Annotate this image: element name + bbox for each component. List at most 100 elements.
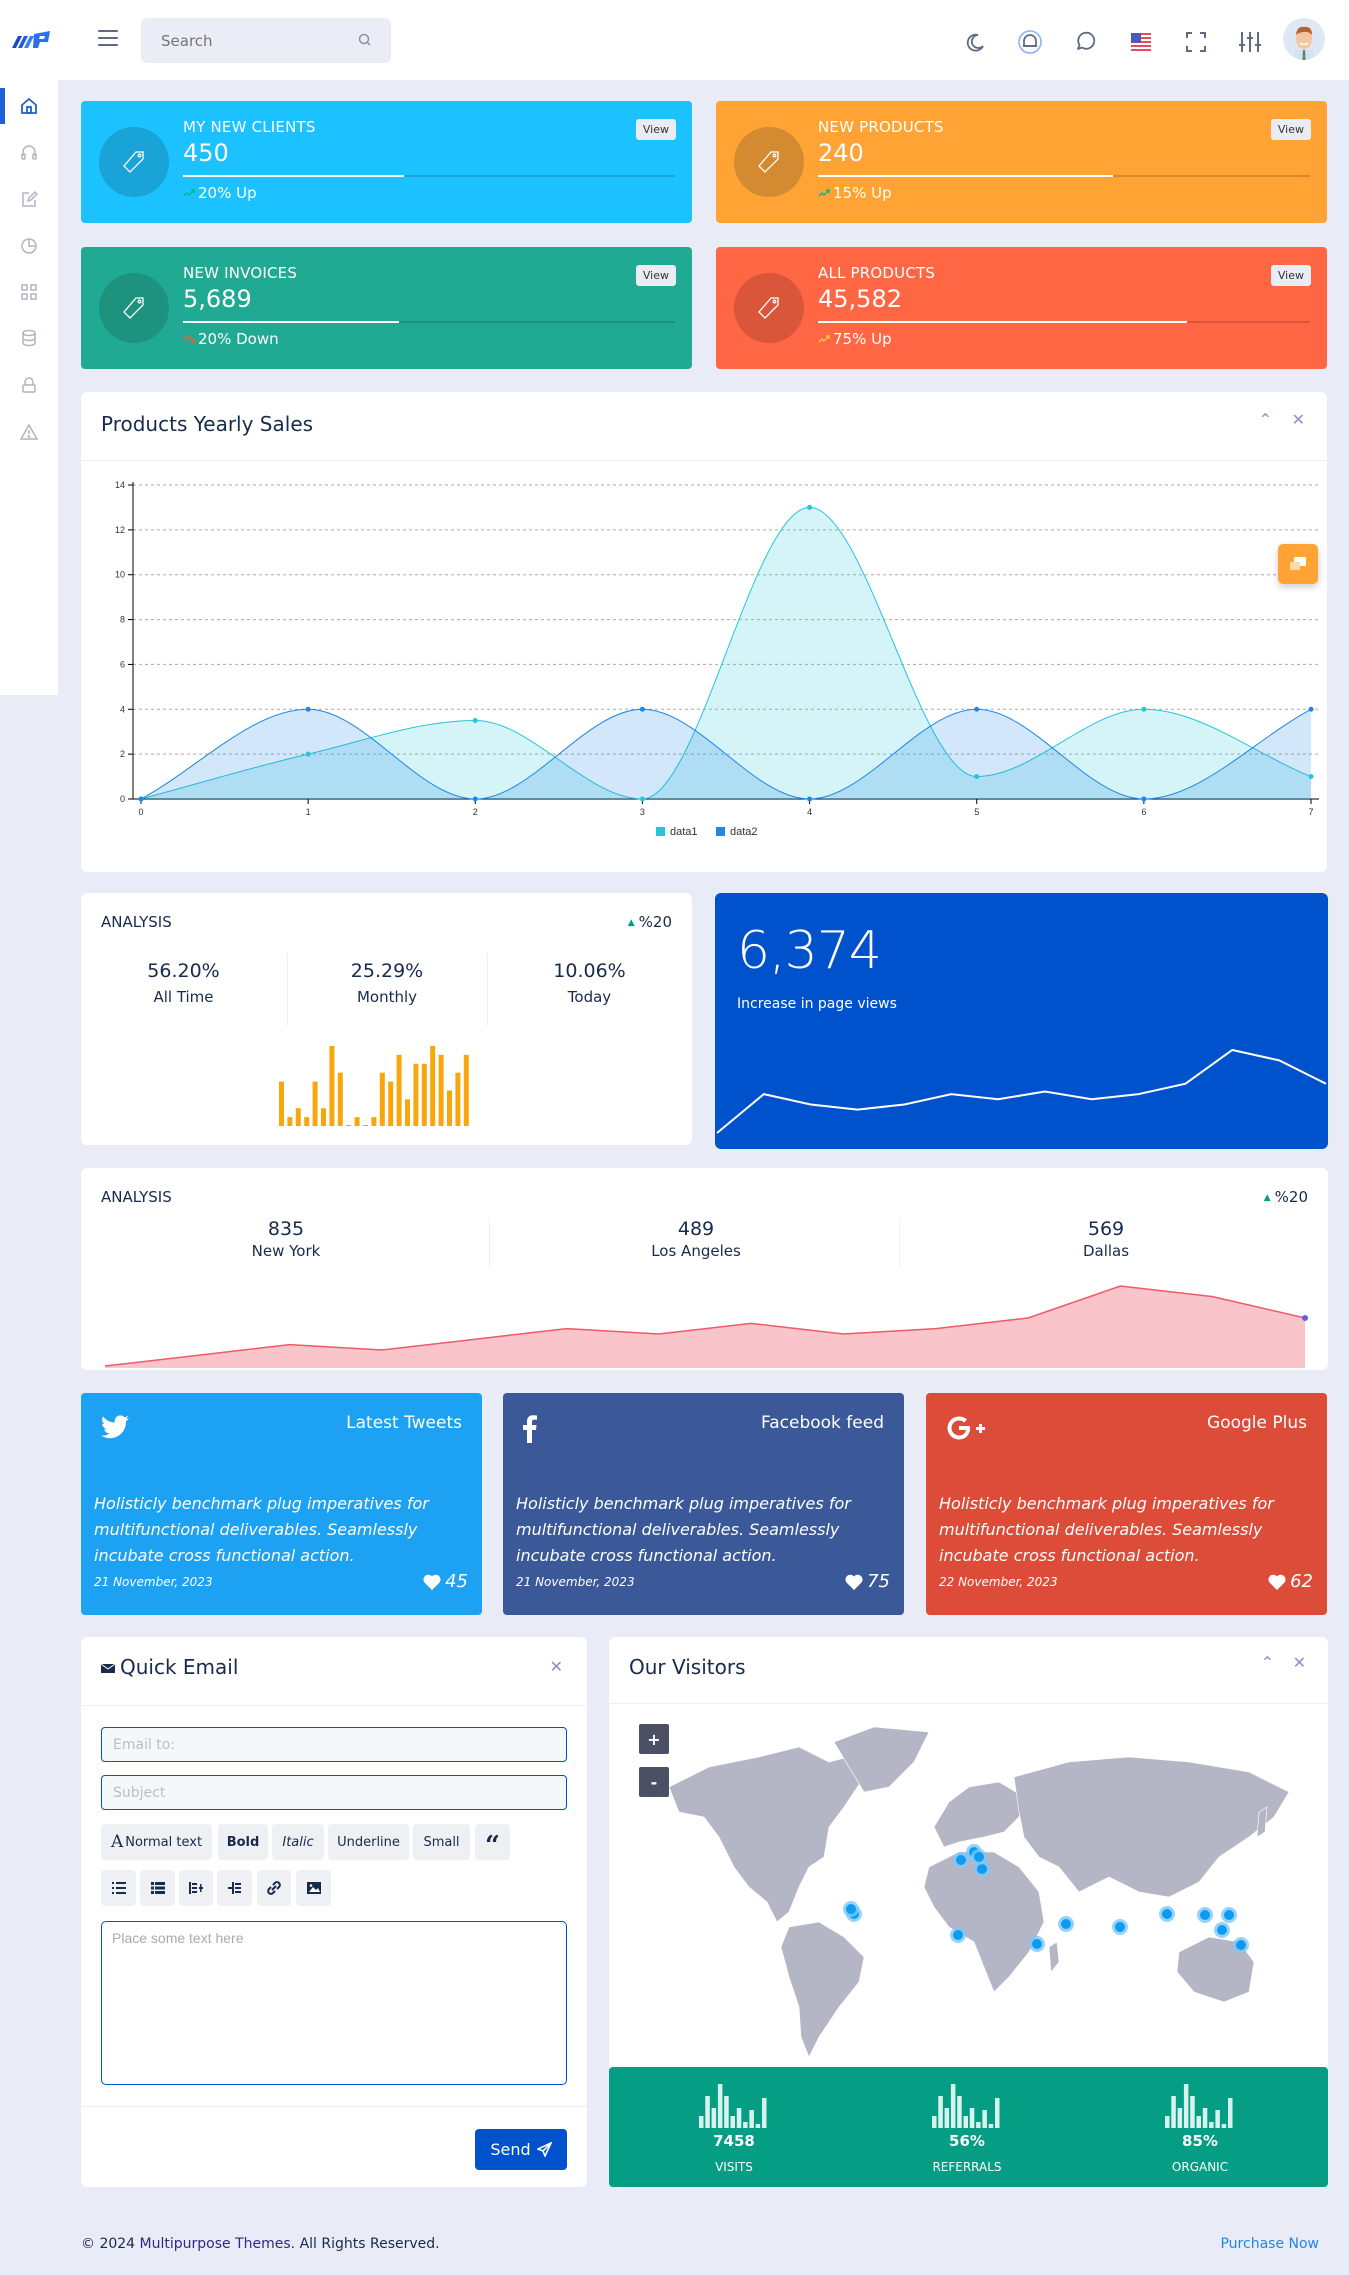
series-data1-point[interactable] [1141, 706, 1147, 712]
heart-icon [845, 1574, 863, 1590]
collapse-button[interactable]: ⌃ [1259, 410, 1272, 429]
map-zoom-out-button[interactable]: - [639, 1767, 669, 1797]
underline-button[interactable]: Underline [328, 1824, 409, 1860]
sidebar-item-home[interactable] [0, 89, 58, 123]
dark-mode-button[interactable] [955, 20, 995, 64]
like-button[interactable]: 62 [1268, 1571, 1313, 1592]
headphones-icon [21, 145, 37, 160]
bold-button[interactable]: Bold [218, 1824, 268, 1860]
visitor-marker[interactable] [1200, 1910, 1210, 1920]
visitor-marker[interactable] [977, 1864, 987, 1874]
small-button[interactable]: Small [413, 1824, 470, 1860]
world-map[interactable] [649, 1717, 1309, 2057]
ordered-list-button[interactable] [140, 1870, 175, 1906]
sidebar-item-charts[interactable] [0, 229, 58, 263]
normal-text-button[interactable]: A Normal text [101, 1824, 212, 1860]
like-button[interactable]: 45 [423, 1571, 468, 1592]
insert-link-button[interactable] [257, 1870, 291, 1906]
user-avatar[interactable] [1283, 18, 1325, 60]
visitor-marker[interactable] [1032, 1939, 1042, 1949]
logo[interactable] [10, 28, 52, 50]
series-data2-point[interactable] [472, 796, 478, 802]
stat-icon-circle [99, 273, 169, 343]
visitor-marker[interactable] [974, 1852, 984, 1862]
italic-button[interactable]: Italic [272, 1824, 324, 1860]
message-body-textarea[interactable] [101, 1921, 567, 2085]
series-data2-point[interactable] [974, 706, 980, 712]
fullscreen-button[interactable] [1176, 20, 1216, 64]
sparkline-bar [717, 2084, 723, 2128]
like-button[interactable]: 75 [845, 1571, 890, 1592]
visitor-marker[interactable] [1061, 1919, 1071, 1929]
sidebar-item-apps[interactable] [0, 275, 58, 309]
close-button[interactable]: ✕ [1292, 410, 1305, 429]
blockquote-button[interactable]: “ [475, 1824, 510, 1861]
x-tick-label: 2 [473, 807, 478, 817]
visitor-sparkline [699, 2084, 767, 2128]
series-data2-point[interactable] [1308, 706, 1314, 712]
zoom-in-label: + [647, 1729, 661, 1749]
subject-input[interactable] [101, 1775, 567, 1810]
search-input[interactable] [141, 18, 341, 63]
series-data1-point[interactable] [305, 751, 311, 757]
visitor-marker[interactable] [846, 1904, 856, 1914]
series-data1-point[interactable] [472, 718, 478, 723]
visitor-marker[interactable] [1236, 1940, 1246, 1950]
sidebar-item-auth[interactable] [0, 368, 58, 402]
settings-button[interactable] [1230, 20, 1270, 64]
series-data2-point[interactable] [138, 796, 144, 802]
view-button[interactable]: View [635, 119, 676, 140]
notifications-button[interactable] [1010, 20, 1050, 64]
legend-label[interactable]: data2 [730, 826, 758, 838]
company-link[interactable]: Multipurpose Themes [140, 2236, 291, 2252]
city-area-fill [105, 1286, 1305, 1368]
visitor-marker[interactable] [953, 1930, 963, 1940]
chat-fab-button[interactable] [1278, 544, 1318, 584]
sidebar-item-database[interactable] [0, 321, 58, 355]
visitor-marker[interactable] [956, 1855, 966, 1865]
series-data2-point[interactable] [305, 706, 311, 712]
series-data1-point[interactable] [639, 796, 645, 802]
social-text: Holisticly benchmark plug imperatives fo… [939, 1494, 1274, 1565]
messages-button[interactable] [1065, 20, 1105, 64]
visitor-marker[interactable] [1224, 1910, 1234, 1920]
purchase-now-link[interactable]: Purchase Now [1220, 2236, 1319, 2252]
menu-toggle-button[interactable] [98, 30, 118, 46]
visitor-marker[interactable] [1162, 1909, 1172, 1919]
send-button[interactable]: Send [475, 2129, 567, 2170]
sidebar-item-errors[interactable] [0, 415, 58, 449]
series-data2-point[interactable] [1141, 796, 1147, 802]
indent-button[interactable] [217, 1870, 252, 1906]
social-icon-wrap[interactable] [523, 1415, 537, 1447]
social-icon-wrap[interactable] [946, 1415, 990, 1445]
collapse-button[interactable]: ⌃ [1261, 1653, 1274, 1672]
close-button[interactable]: ✕ [1293, 1653, 1306, 1672]
view-button[interactable]: View [635, 265, 676, 286]
visitor-marker[interactable] [1115, 1922, 1125, 1932]
map-north-america [668, 1746, 865, 1923]
like-count: 62 [1290, 1571, 1313, 1592]
series-data1-point[interactable] [974, 774, 980, 780]
unordered-list-button[interactable] [101, 1870, 136, 1906]
insert-image-button[interactable] [296, 1870, 331, 1906]
search-icon[interactable] [357, 32, 373, 48]
outdent-button[interactable] [179, 1870, 213, 1906]
sidebar-item-support[interactable] [0, 135, 58, 169]
y-tick-label: 14 [115, 480, 125, 490]
sidebar-item-forms[interactable] [0, 182, 58, 216]
email-to-input[interactable] [101, 1727, 567, 1762]
series-data1-point[interactable] [807, 504, 813, 510]
view-button[interactable]: View [1270, 119, 1311, 140]
series-data1-point[interactable] [1308, 774, 1314, 780]
x-tick-label: 0 [138, 807, 143, 817]
close-button[interactable]: ✕ [550, 1657, 563, 1676]
legend-label[interactable]: data1 [670, 826, 698, 838]
series-data2-point[interactable] [807, 796, 813, 802]
visitor-marker[interactable] [1217, 1925, 1227, 1935]
social-icon-wrap[interactable] [101, 1415, 129, 1443]
view-button[interactable]: View [1270, 265, 1311, 286]
series-data2-point[interactable] [639, 706, 645, 712]
language-button[interactable] [1121, 20, 1161, 64]
column-divider [899, 1218, 900, 1268]
map-zoom-in-button[interactable]: + [639, 1724, 669, 1754]
